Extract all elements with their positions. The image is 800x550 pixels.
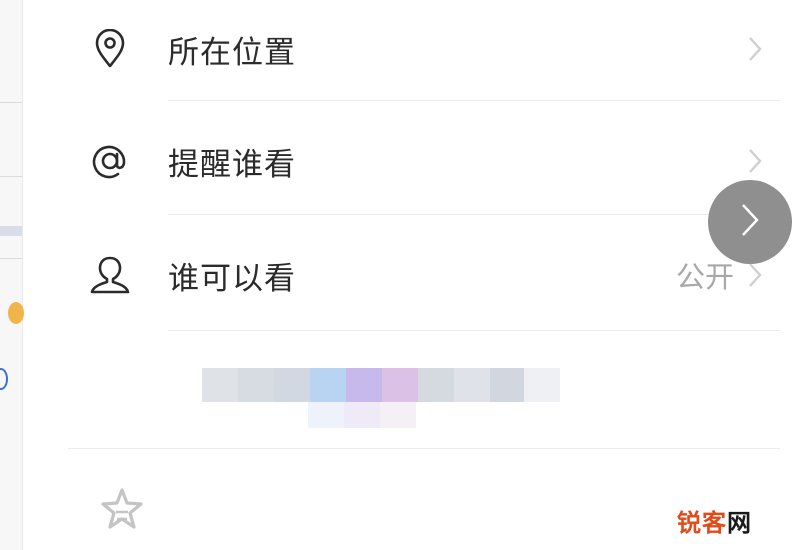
floating-next-button[interactable] bbox=[708, 180, 792, 264]
strip-icon bbox=[0, 368, 8, 390]
blurred-block bbox=[490, 368, 524, 402]
row-divider bbox=[168, 214, 780, 215]
strip-divider bbox=[0, 258, 22, 259]
strip-bar bbox=[0, 226, 22, 236]
blurred-block bbox=[524, 368, 560, 402]
blurred-block bbox=[202, 368, 238, 402]
background-page-strip bbox=[0, 0, 24, 550]
blurred-block bbox=[346, 368, 382, 402]
visibility-value: 公开 bbox=[675, 260, 734, 294]
visibility-row[interactable]: 谁可以看 公开 bbox=[22, 218, 800, 332]
mention-label: 提醒谁看 bbox=[168, 146, 296, 183]
row-divider bbox=[168, 100, 780, 101]
strip-divider bbox=[0, 102, 22, 103]
blurred-block bbox=[454, 368, 490, 402]
row-divider bbox=[168, 330, 780, 331]
star-icon[interactable] bbox=[98, 486, 146, 534]
chevron-right-icon bbox=[744, 260, 766, 290]
location-label: 所在位置 bbox=[168, 34, 296, 71]
at-sign-icon bbox=[88, 139, 132, 183]
chevron-right-icon bbox=[739, 202, 761, 242]
section-divider bbox=[68, 448, 780, 449]
blurred-block bbox=[238, 368, 274, 402]
person-icon bbox=[88, 253, 132, 297]
publish-options-panel: 所在位置 提醒谁看 谁可以看 公开 锐客网 bbox=[22, 0, 800, 550]
watermark: 锐客网 bbox=[677, 509, 752, 537]
blurred-block bbox=[380, 402, 416, 428]
mention-row[interactable]: 提醒谁看 bbox=[22, 104, 800, 218]
blurred-block bbox=[310, 368, 346, 402]
chevron-right-icon bbox=[744, 34, 766, 64]
blurred-content bbox=[202, 368, 560, 402]
location-row[interactable]: 所在位置 bbox=[22, 0, 800, 106]
blurred-block bbox=[382, 368, 418, 402]
blurred-block bbox=[274, 368, 310, 402]
blurred-block bbox=[418, 368, 454, 402]
strip-divider bbox=[0, 176, 22, 177]
blurred-block bbox=[308, 402, 344, 428]
chevron-right-icon bbox=[744, 146, 766, 176]
blurred-block bbox=[344, 402, 380, 428]
visibility-label: 谁可以看 bbox=[168, 260, 296, 297]
blurred-content-reflection bbox=[308, 402, 416, 428]
location-pin-icon bbox=[88, 27, 132, 71]
